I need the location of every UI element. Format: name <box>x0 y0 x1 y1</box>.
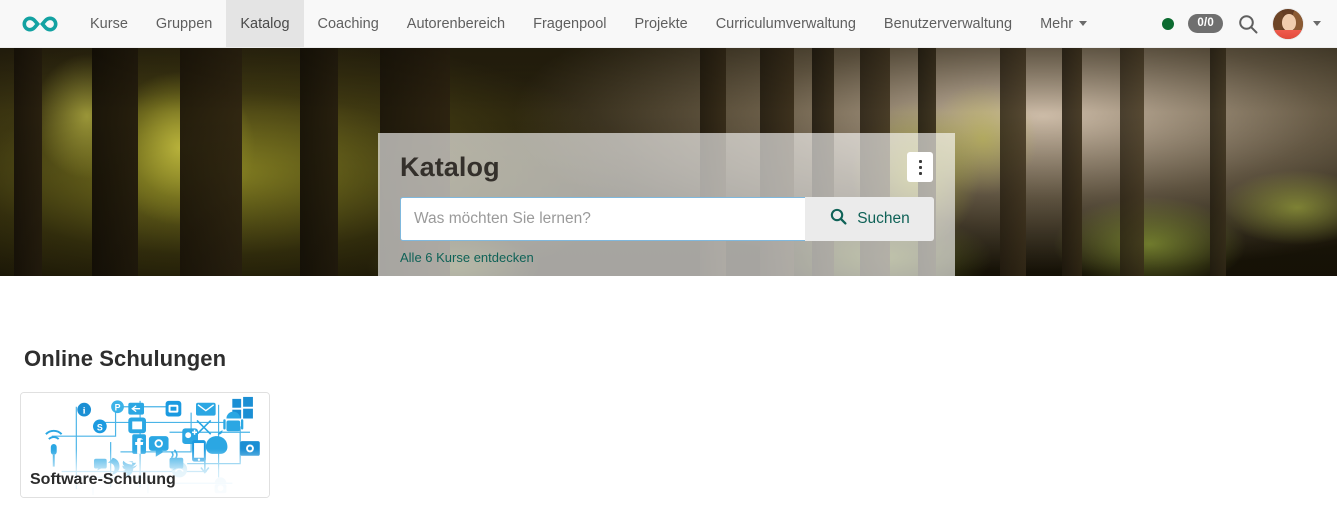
nav-label: Gruppen <box>155 15 213 32</box>
avatar[interactable] <box>1273 8 1303 39</box>
nav-item-projekte[interactable]: Projekte <box>620 0 701 47</box>
infinity-logo-icon <box>18 12 62 36</box>
brand-logo[interactable] <box>0 0 76 47</box>
more-vertical-icon[interactable] <box>907 152 933 182</box>
nav-label: Katalog <box>240 15 290 32</box>
nav-links: Kurse Gruppen Katalog Coaching Autorenbe… <box>76 0 1097 47</box>
nav-label: Kurse <box>90 15 128 32</box>
search-submit-button[interactable]: Suchen <box>805 197 934 241</box>
course-card[interactable]: i P S Software-Schulung <box>20 392 270 498</box>
katalog-search-card: Katalog Suchen Alle 6 Kurse entdecken <box>378 133 955 276</box>
discover-all-courses-link[interactable]: Alle 6 Kurse entdecken <box>400 250 534 265</box>
nav-item-benutzerverwaltung[interactable]: Benutzerverwaltung <box>870 0 1026 47</box>
nav-item-fragenpool[interactable]: Fragenpool <box>519 0 620 47</box>
nav-label: Projekte <box>634 15 688 32</box>
search-button-label: Suchen <box>857 210 910 227</box>
nav-label: Curriculumverwaltung <box>715 15 856 32</box>
nav-item-kurse[interactable]: Kurse <box>76 0 142 47</box>
hero-banner: Katalog Suchen Alle 6 Kurse entdecken <box>0 48 1337 276</box>
search-row: Suchen <box>400 197 934 241</box>
top-navbar: Kurse Gruppen Katalog Coaching Autorenbe… <box>0 0 1337 48</box>
search-icon[interactable] <box>1237 13 1259 35</box>
nav-label: Coaching <box>317 15 379 32</box>
section-title: Online Schulungen <box>24 346 227 371</box>
svg-text:P: P <box>115 403 121 413</box>
course-title: Software-Schulung <box>30 471 176 488</box>
page-title: Katalog <box>400 152 500 182</box>
nav-label: Benutzerverwaltung <box>883 15 1013 32</box>
nav-item-curriculumverwaltung[interactable]: Curriculumverwaltung <box>702 0 870 47</box>
svg-text:S: S <box>97 422 103 432</box>
nav-item-mehr[interactable]: Mehr <box>1026 0 1097 47</box>
svg-text:i: i <box>83 406 86 417</box>
nav-item-autorenbereich[interactable]: Autorenbereich <box>393 0 519 47</box>
online-status-dot-icon <box>1162 17 1175 30</box>
nav-label: Autorenbereich <box>406 15 506 32</box>
nav-item-gruppen[interactable]: Gruppen <box>142 0 226 47</box>
chevron-down-icon <box>1313 21 1321 26</box>
navbar-right-tools: 0/0 <box>1162 0 1337 47</box>
nav-label: Mehr <box>1040 15 1074 32</box>
count-badge[interactable]: 0/0 <box>1188 14 1223 33</box>
nav-item-katalog[interactable]: Katalog <box>226 0 304 47</box>
search-icon <box>829 207 848 231</box>
chevron-down-icon <box>1079 21 1088 26</box>
nav-label: Fragenpool <box>533 15 607 32</box>
nav-item-coaching[interactable]: Coaching <box>304 0 393 47</box>
search-input[interactable] <box>400 197 805 241</box>
user-menu[interactable] <box>1273 8 1321 39</box>
